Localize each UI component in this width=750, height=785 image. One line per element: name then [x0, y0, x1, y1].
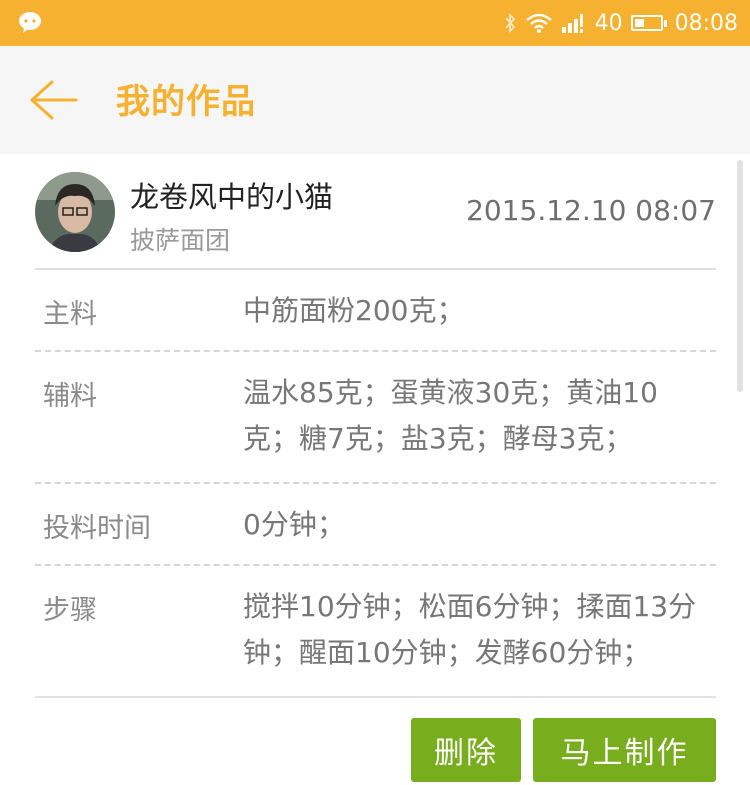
row-label: 辅料 [43, 381, 97, 412]
page-title: 我的作品 [116, 82, 256, 122]
ingredient-row-secondary: 辅料 温水85克；蛋黄液30克；黄油10克；糖7克；盐3克；酵母3克； [35, 352, 716, 484]
username[interactable]: 龙卷风中的小猫 [130, 174, 333, 216]
wechat-icon [19, 12, 41, 33]
title-bar: 我的作品 [0, 46, 750, 154]
recipe-category: 披萨面团 [130, 226, 231, 255]
row-value: 中筋面粉200克； [243, 294, 465, 327]
wifi-icon [525, 13, 552, 33]
delete-button[interactable]: 删除 [411, 718, 521, 782]
status-indicators: 40 08:08 [503, 0, 738, 46]
row-value: 搅拌10分钟；松面6分钟；揉面13分钟；醒面10分钟；发酵60分钟； [243, 590, 697, 669]
make-now-button[interactable]: 马上制作 [533, 718, 716, 782]
row-value: 温水85克；蛋黄液30克；黄油10克；糖7克；盐3克；酵母3克； [243, 376, 658, 455]
ingredient-row-main: 主料 中筋面粉200克； [35, 270, 716, 352]
clock: 08:08 [674, 10, 738, 36]
post-datetime: 2015.12.10 08:07 [466, 194, 716, 227]
row-label: 投料时间 [43, 513, 151, 544]
avatar[interactable] [35, 172, 115, 252]
post-header: 龙卷风中的小猫 披萨面团 2015.12.10 08:07 [35, 154, 716, 270]
back-arrow-icon[interactable] [28, 76, 80, 124]
bluetooth-icon [504, 12, 515, 34]
status-bar: 40 08:08 [0, 0, 750, 46]
network-label: 40 [594, 10, 623, 36]
row-label: 主料 [43, 299, 97, 330]
row-label: 步骤 [43, 595, 97, 626]
row-value: 0分钟； [243, 508, 345, 541]
feed-time-row: 投料时间 0分钟； [35, 484, 716, 566]
signal-icon [561, 14, 583, 33]
scrollbar[interactable] [737, 160, 743, 392]
steps-row: 步骤 搅拌10分钟；松面6分钟；揉面13分钟；醒面10分钟；发酵60分钟； [35, 566, 716, 698]
battery-icon [630, 15, 667, 31]
recipe-card: 龙卷风中的小猫 披萨面团 2015.12.10 08:07 主料 中筋面粉200… [35, 154, 716, 698]
